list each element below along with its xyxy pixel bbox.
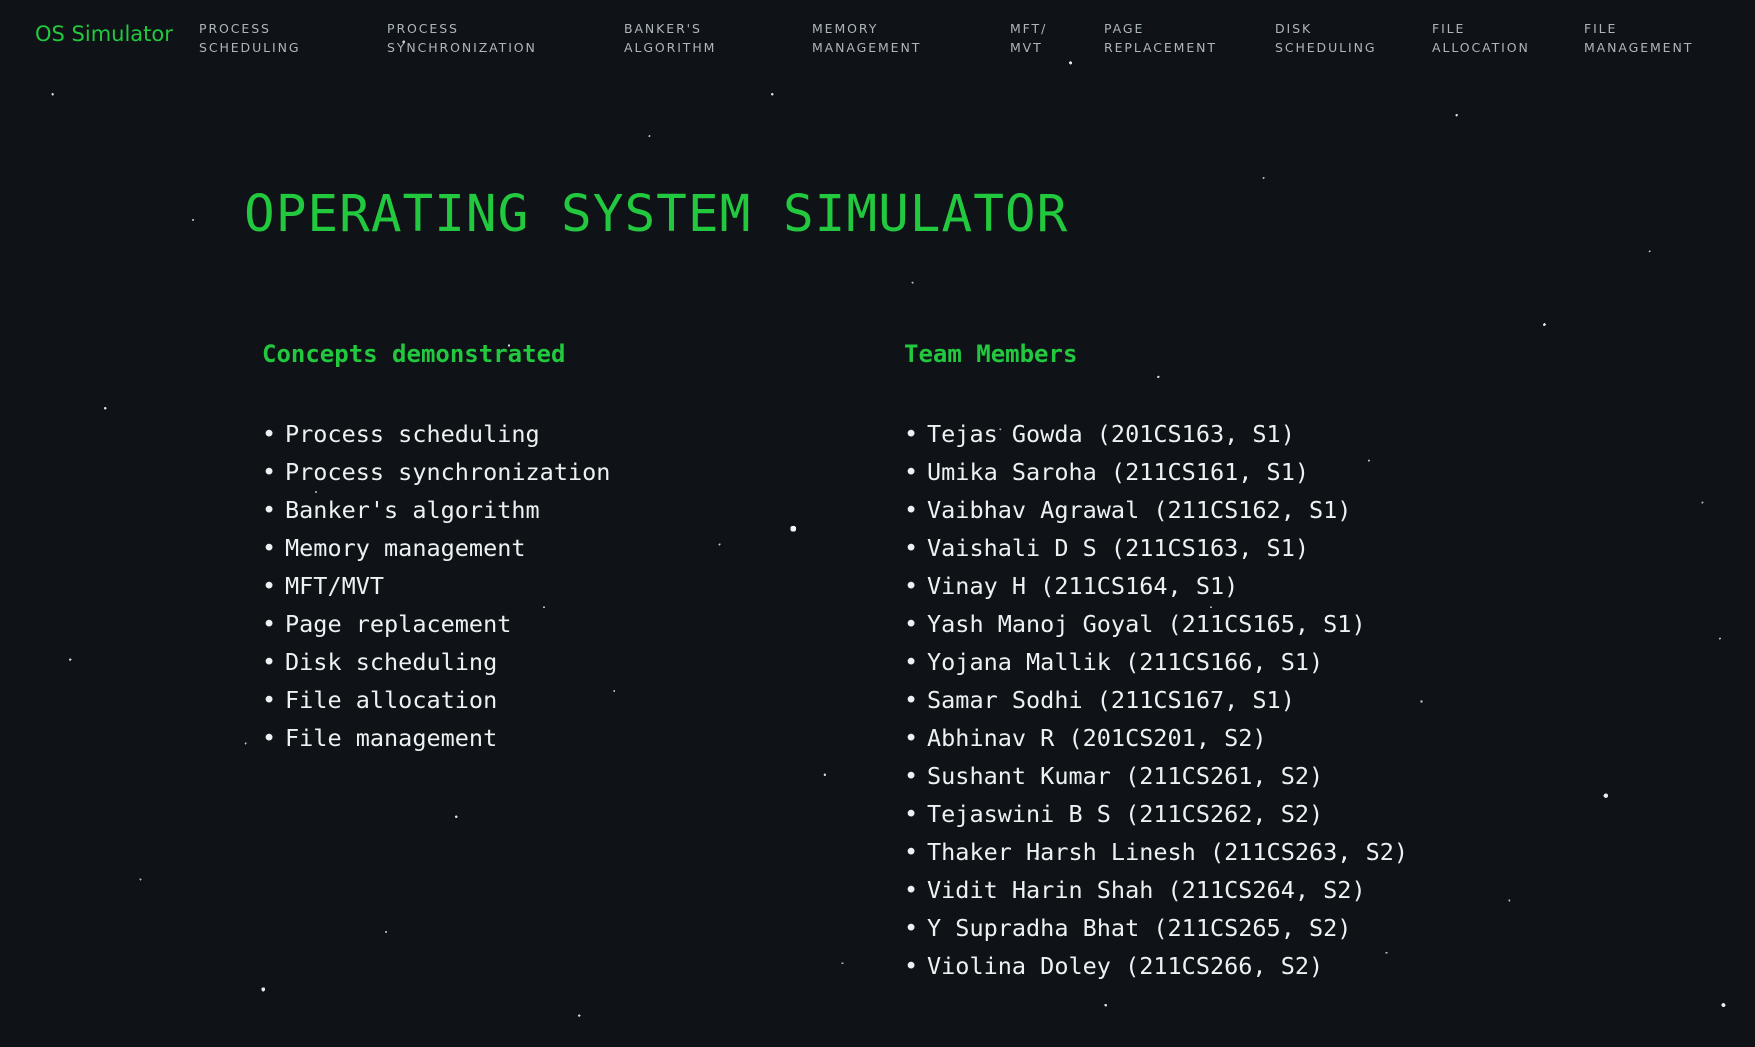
team-member-item: Tejaswini B S (211CS262, S2): [904, 795, 1408, 833]
nav-link-process-synchronization-line2: SYNCHRONIZATION: [387, 40, 537, 55]
concept-item: Process scheduling: [262, 415, 610, 453]
team-member-item: Yash Manoj Goyal (211CS165, S1): [904, 605, 1408, 643]
nav-link-file-allocation[interactable]: FILE ALLOCATION: [1432, 19, 1530, 57]
team-member-item: Y Supradha Bhat (211CS265, S2): [904, 909, 1408, 947]
nav-link-disk-scheduling-line2: SCHEDULING: [1275, 40, 1377, 55]
nav-link-process-synchronization[interactable]: PROCESS SYNCHRONIZATION: [387, 19, 537, 57]
team-member-item: Yojana Mallik (211CS166, S1): [904, 643, 1408, 681]
nav-link-mft-mvt[interactable]: MFT/ MVT: [1010, 19, 1047, 57]
nav-link-file-management-line1: FILE: [1584, 21, 1618, 36]
concept-item: MFT/MVT: [262, 567, 610, 605]
nav-link-page-replacement-line1: PAGE: [1104, 21, 1145, 36]
team-member-item: Vaishali D S (211CS163, S1): [904, 529, 1408, 567]
concept-item: File allocation: [262, 681, 610, 719]
top-navbar: OS Simulator PROCESS SCHEDULING PROCESS …: [0, 0, 1755, 76]
concept-item: Disk scheduling: [262, 643, 610, 681]
nav-link-file-management[interactable]: FILE MANAGEMENT: [1584, 19, 1693, 57]
team-member-item: Violina Doley (211CS266, S2): [904, 947, 1408, 985]
nav-link-bankers-algorithm-line2: ALGORITHM: [624, 40, 717, 55]
team-member-item: Thaker Harsh Linesh (211CS263, S2): [904, 833, 1408, 871]
nav-link-disk-scheduling[interactable]: DISK SCHEDULING: [1275, 19, 1376, 57]
nav-link-file-allocation-line1: FILE: [1432, 21, 1466, 36]
nav-link-bankers-algorithm[interactable]: BANKER'S ALGORITHM: [624, 19, 716, 57]
nav-link-process-scheduling-line2: SCHEDULING: [199, 40, 301, 55]
concept-item: Process synchronization: [262, 453, 610, 491]
concept-item: File management: [262, 719, 610, 757]
team-member-item: Vidit Harin Shah (211CS264, S2): [904, 871, 1408, 909]
team-member-item: Umika Saroha (211CS161, S1): [904, 453, 1408, 491]
team-member-item: Sushant Kumar (211CS261, S2): [904, 757, 1408, 795]
nav-link-mft-mvt-line2: MVT: [1010, 40, 1043, 55]
team-member-item: Vaibhav Agrawal (211CS162, S1): [904, 491, 1408, 529]
nav-link-memory-management[interactable]: MEMORY MANAGEMENT: [812, 19, 921, 57]
team-member-item: Samar Sodhi (211CS167, S1): [904, 681, 1408, 719]
nav-link-memory-management-line1: MEMORY: [812, 21, 879, 36]
brand-link[interactable]: OS Simulator: [35, 22, 173, 46]
nav-link-mft-mvt-line1: MFT/: [1010, 21, 1048, 36]
team-list: Tejas Gowda (201CS163, S1) Umika Saroha …: [904, 415, 1408, 985]
nav-link-process-scheduling-line1: PROCESS: [199, 21, 271, 36]
nav-link-bankers-algorithm-line1: BANKER'S: [624, 21, 702, 36]
concept-item: Page replacement: [262, 605, 610, 643]
nav-link-process-scheduling[interactable]: PROCESS SCHEDULING: [199, 19, 300, 57]
nav-link-memory-management-line2: MANAGEMENT: [812, 40, 922, 55]
nav-link-page-replacement-line2: REPLACEMENT: [1104, 40, 1217, 55]
team-heading: Team Members: [904, 340, 1078, 368]
team-member-item: Vinay H (211CS164, S1): [904, 567, 1408, 605]
team-member-item: Abhinav R (201CS201, S2): [904, 719, 1408, 757]
concepts-heading: Concepts demonstrated: [262, 340, 566, 368]
concepts-list: Process scheduling Process synchronizati…: [262, 415, 610, 757]
nav-link-process-synchronization-line1: PROCESS: [387, 21, 459, 36]
page-title: OPERATING SYSTEM SIMULATOR: [244, 185, 1069, 244]
team-member-item: Tejas Gowda (201CS163, S1): [904, 415, 1408, 453]
nav-link-page-replacement[interactable]: PAGE REPLACEMENT: [1104, 19, 1217, 57]
concept-item: Memory management: [262, 529, 610, 567]
concept-item: Banker's algorithm: [262, 491, 610, 529]
nav-link-disk-scheduling-line1: DISK: [1275, 21, 1313, 36]
nav-link-file-allocation-line2: ALLOCATION: [1432, 40, 1530, 55]
nav-link-file-management-line2: MANAGEMENT: [1584, 40, 1694, 55]
